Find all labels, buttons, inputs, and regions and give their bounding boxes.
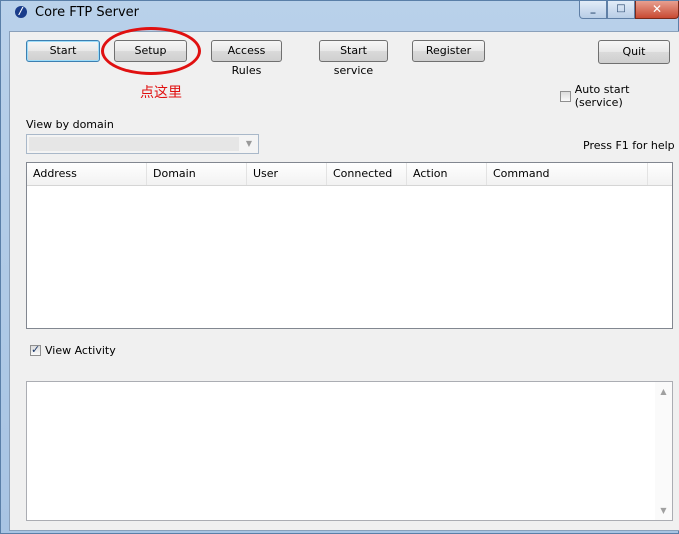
view-by-domain-label: View by domain xyxy=(26,118,114,131)
chevron-down-icon[interactable]: ▼ xyxy=(242,138,256,150)
maximize-button[interactable]: □ xyxy=(607,1,635,19)
start-service-button[interactable]: Start service xyxy=(319,40,388,77)
column-header-command[interactable]: Command xyxy=(487,163,648,185)
auto-start-checkbox[interactable]: Auto start (service) xyxy=(560,83,678,109)
app-logo-icon: / xyxy=(15,6,27,18)
column-header-action[interactable]: Action xyxy=(407,163,487,185)
activity-log[interactable]: ▲ ▼ xyxy=(26,381,673,521)
app-window: / Core FTP Server _ □ ✕ Start Setup Acce… xyxy=(0,0,679,534)
scroll-down-icon[interactable]: ▼ xyxy=(655,502,672,519)
view-activity-checkbox[interactable]: View Activity xyxy=(30,343,116,357)
close-button[interactable]: ✕ xyxy=(635,1,679,19)
quit-button[interactable]: Quit xyxy=(598,40,670,64)
auto-start-label: Auto start (service) xyxy=(574,83,630,109)
domain-select-value xyxy=(29,137,239,151)
table-header: Address Domain User Connected Action Com… xyxy=(27,163,672,186)
help-hint: Press F1 for help xyxy=(583,139,675,152)
register-button[interactable]: Register xyxy=(412,40,485,62)
column-header-domain[interactable]: Domain xyxy=(147,163,247,185)
connections-table[interactable]: Address Domain User Connected Action Com… xyxy=(26,162,673,329)
start-button[interactable]: Start xyxy=(26,40,100,62)
view-activity-checkbox-box[interactable] xyxy=(30,343,41,356)
column-header-connected[interactable]: Connected xyxy=(327,163,407,185)
auto-start-checkbox-box[interactable] xyxy=(560,90,571,102)
activity-scrollbar[interactable]: ▲ ▼ xyxy=(655,382,672,520)
title-bar[interactable]: / Core FTP Server _ □ ✕ xyxy=(1,1,679,25)
window-title: Core FTP Server xyxy=(35,5,140,20)
annotation-circle xyxy=(101,27,201,75)
column-header-user[interactable]: User xyxy=(247,163,327,185)
minimize-button[interactable]: _ xyxy=(579,1,607,19)
domain-select[interactable]: ▼ xyxy=(26,134,259,154)
access-rules-button[interactable]: Access Rules xyxy=(211,40,282,77)
annotation-text: 点这里 xyxy=(140,85,182,101)
scroll-up-icon[interactable]: ▲ xyxy=(655,383,672,400)
column-header-address[interactable]: Address xyxy=(27,163,147,185)
view-activity-label: View Activity xyxy=(45,344,116,357)
